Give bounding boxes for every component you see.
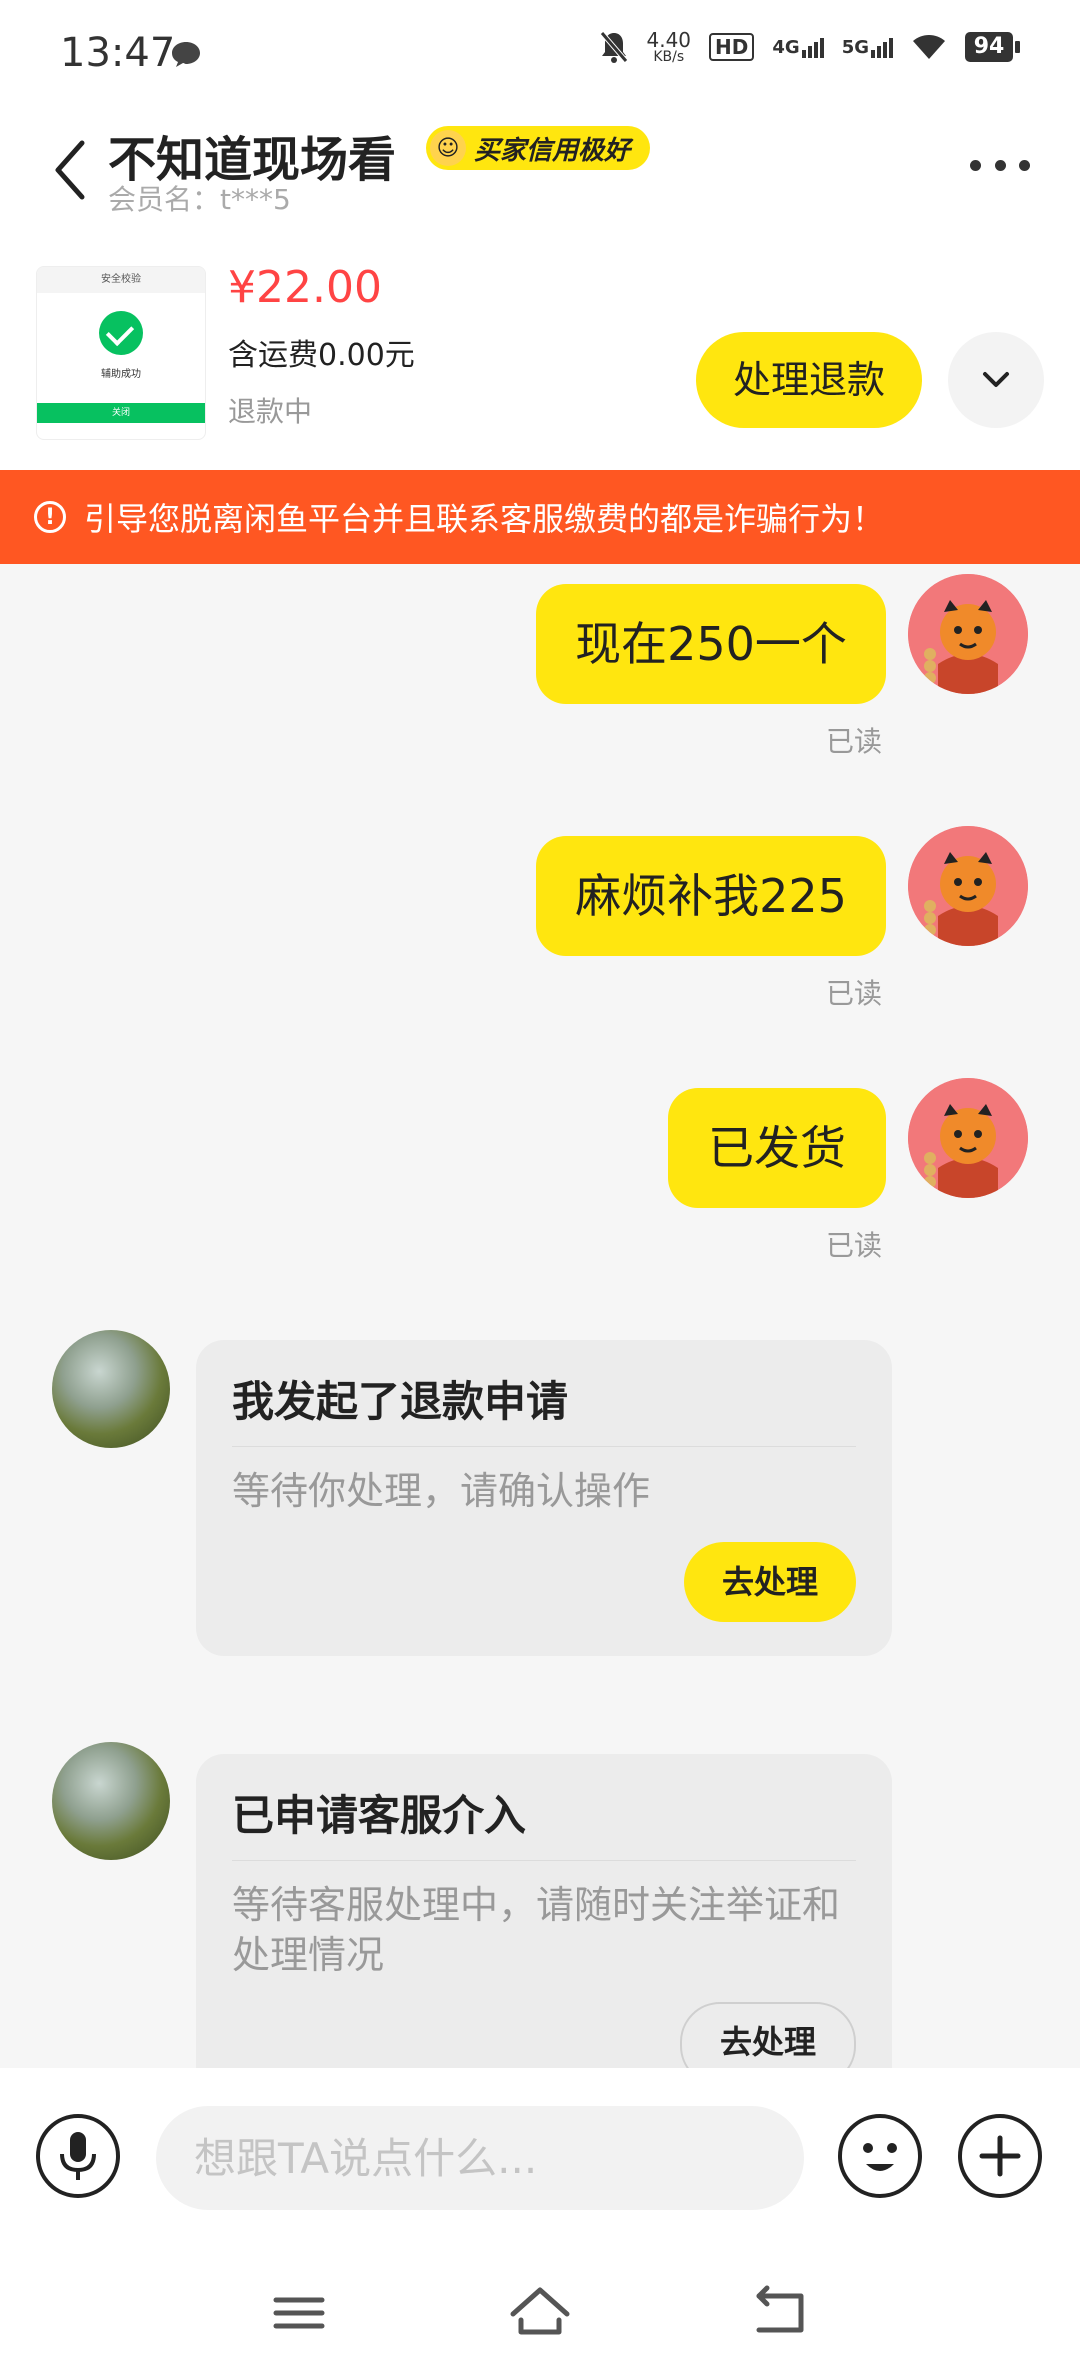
thumb-header: 安全校验 [37, 267, 205, 293]
status-bar: 13:47 4.40 KB/s HD 4G 5G 94 [0, 0, 1080, 110]
chevron-down-icon [983, 372, 1009, 387]
read-receipt: 已读 [826, 1229, 883, 1262]
status-time: 13:47 [60, 30, 176, 76]
tiger-avatar-icon [908, 574, 1028, 694]
message-bubble[interactable]: 麻烦补我225 [536, 836, 886, 956]
sim1-signal-icon: 4G [772, 37, 824, 58]
status-icons: 4.40 KB/s HD 4G 5G 94 [599, 30, 1020, 64]
order-card[interactable]: 安全校验 辅助成功 关闭 ¥22.00 含运费0.00元 退款中 处理退款 [0, 230, 1080, 470]
message-input-bar [0, 2068, 1080, 2248]
message-input[interactable] [156, 2106, 804, 2210]
net-speed: 4.40 KB/s [647, 30, 692, 64]
system-nav-bar [0, 2248, 1080, 2376]
menu-icon[interactable] [264, 2278, 334, 2348]
member-name: 会员名：t***5 [108, 183, 291, 216]
refund-request-card: 我发起了退款申请 等待你处理，请确认操作 去处理 [196, 1340, 892, 1656]
expand-order-button[interactable] [948, 332, 1044, 428]
read-receipt: 已读 [826, 977, 883, 1010]
my-avatar[interactable] [908, 826, 1028, 946]
my-avatar[interactable] [908, 574, 1028, 694]
credit-badge-label: 买家信用极好 [474, 135, 631, 166]
card-description: 等待客服处理中，请随时关注举证和处理情况 [232, 1883, 841, 1977]
plus-icon [979, 2135, 1021, 2177]
message-bubble[interactable]: 已发货 [668, 1088, 886, 1208]
net-speed-unit: KB/s [653, 49, 685, 65]
my-avatar[interactable] [908, 1078, 1028, 1198]
thumb-bar: 关闭 [37, 403, 205, 423]
card-divider [232, 1446, 856, 1447]
card-title: 已申请客服介入 [232, 1791, 527, 1840]
warning-text: 引导您脱离闲鱼平台并且联系客服缴费的都是诈骗行为！ [84, 500, 885, 538]
buyer-avatar[interactable] [52, 1742, 170, 1860]
card-description: 等待你处理，请确认操作 [232, 1469, 651, 1513]
more-options-icon[interactable] [970, 155, 1030, 175]
order-status: 退款中 [228, 395, 313, 428]
sim2-signal-icon: 5G [842, 37, 893, 58]
microphone-icon [60, 2132, 96, 2180]
add-attachment-button[interactable] [958, 2114, 1042, 2198]
smile-emoji-icon: ☺ [430, 130, 466, 166]
service-intervention-card: 已申请客服介入 等待客服处理中，请随时关注举证和处理情况 去处理 [196, 1754, 892, 2086]
handle-refund-button[interactable]: 处理退款 [696, 332, 922, 428]
success-check-icon [99, 311, 143, 355]
card-title: 我发起了退款申请 [232, 1377, 569, 1426]
go-handle-button[interactable]: 去处理 [684, 1542, 856, 1622]
battery-icon: 94 [965, 32, 1020, 62]
emoji-button[interactable] [838, 2114, 922, 2198]
credit-badge[interactable]: ☺ 买家信用极好 [426, 126, 651, 170]
card-divider [232, 1860, 856, 1861]
tiger-avatar-icon [908, 826, 1028, 946]
net-speed-value: 4.40 [646, 28, 692, 52]
back-nav-icon[interactable] [745, 2278, 815, 2348]
order-price: ¥22.00 [228, 262, 382, 313]
home-icon[interactable] [505, 2278, 575, 2348]
tiger-avatar-icon [908, 1078, 1028, 1198]
wifi-icon [913, 35, 945, 59]
thumb-text: 辅助成功 [101, 369, 141, 380]
hd-icon: HD [709, 33, 755, 61]
alert-icon: ! [34, 501, 66, 533]
emoji-icon [863, 2143, 897, 2171]
voice-button[interactable] [36, 2114, 120, 2198]
chat-notification-icon [172, 42, 200, 67]
message-bubble[interactable]: 现在250一个 [536, 584, 886, 704]
read-receipt: 已读 [826, 725, 883, 758]
shipping-fee: 含运费0.00元 [228, 338, 415, 373]
back-arrow-icon[interactable] [50, 135, 90, 205]
mute-icon [599, 31, 628, 63]
chat-header: 不知道现场看 ☺ 买家信用极好 会员名：t***5 [0, 110, 1080, 230]
product-thumbnail[interactable]: 安全校验 辅助成功 关闭 [36, 266, 206, 440]
fraud-warning-banner: ! 引导您脱离闲鱼平台并且联系客服缴费的都是诈骗行为！ [0, 470, 1080, 564]
buyer-avatar[interactable] [52, 1330, 170, 1448]
